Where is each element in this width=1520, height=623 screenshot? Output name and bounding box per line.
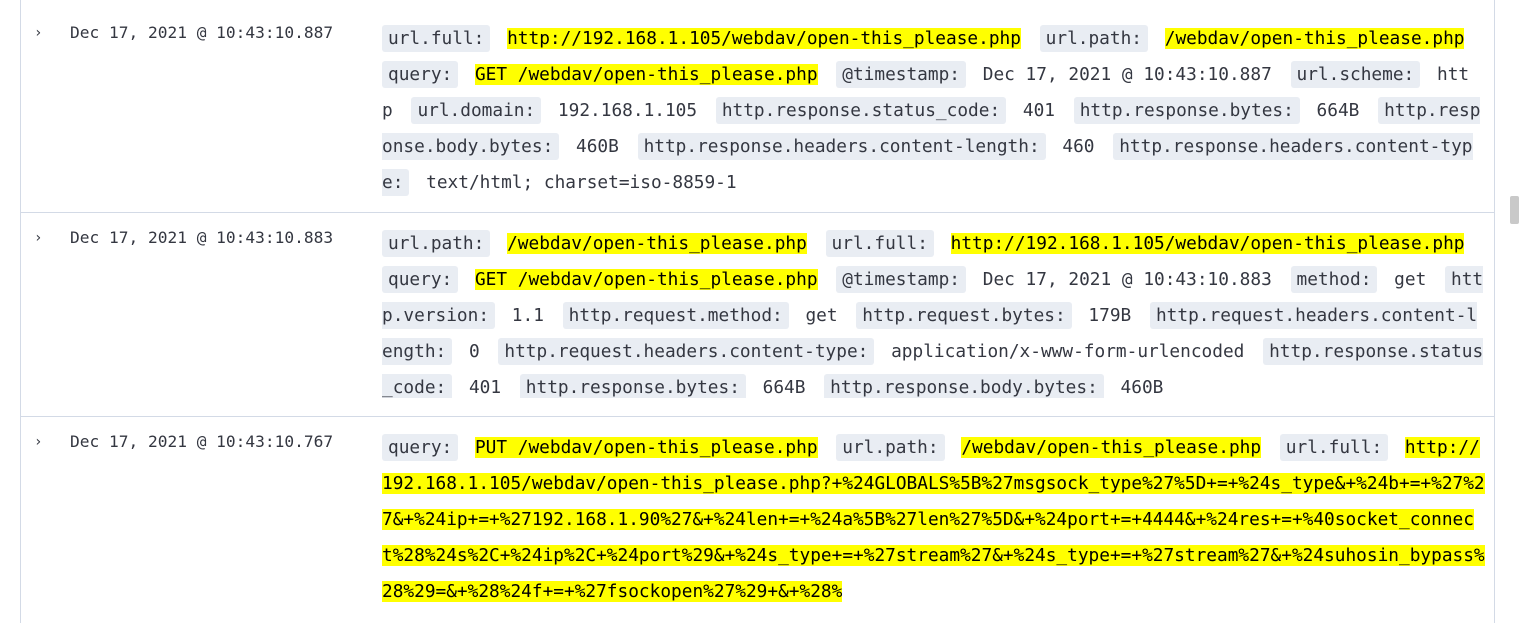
scrollbar-thumb[interactable] — [1510, 196, 1519, 224]
field-value: Dec 17, 2021 @ 10:43:10.883 — [982, 269, 1272, 290]
field-key: url.path: — [382, 230, 491, 257]
field-value: 460B — [576, 136, 619, 157]
field-value: http://192.168.1.105/webdav/open-this_pl… — [950, 233, 1465, 254]
field-key: http.request.method: — [562, 302, 789, 329]
field-key: url.path: — [836, 434, 945, 461]
document-row: › Dec 17, 2021 @ 10:43:10.767 query: PUT… — [21, 416, 1494, 623]
document-fields: url.full: http://192.168.1.105/webdav/op… — [382, 21, 1487, 201]
field-value: Dec 17, 2021 @ 10:43:10.887 — [982, 64, 1272, 85]
field-key: query: — [382, 434, 459, 461]
field-value: 192.168.1.105 — [557, 100, 698, 121]
field-value: application/x-www-form-urlencoded — [891, 341, 1245, 362]
expand-row-toggle[interactable]: › — [34, 23, 42, 43]
document-fields: url.path: /webdav/open-this_please.php u… — [382, 226, 1487, 398]
field-value: /webdav/open-this_please.php — [507, 233, 807, 254]
field-key: http.response.status_code: — [715, 97, 1007, 124]
field-value: http://192.168.1.105/webdav/open-this_pl… — [507, 28, 1021, 49]
field-value: 401 — [468, 377, 502, 398]
expand-row-toggle[interactable]: › — [34, 432, 42, 452]
field-key: url.scheme: — [1290, 61, 1421, 88]
field-key: http.response.bytes: — [1073, 97, 1300, 124]
field-value: text/html; charset=iso-8859-1 — [426, 172, 737, 193]
row-timestamp: Dec 17, 2021 @ 10:43:10.887 — [70, 23, 334, 42]
field-value: 664B — [762, 377, 806, 398]
field-value: 401 — [1022, 100, 1055, 121]
field-value: 664B — [1316, 100, 1360, 121]
field-key: http.request.headers.content-type: — [498, 338, 875, 365]
field-value: get — [805, 305, 838, 326]
field-key: url.full: — [382, 25, 491, 52]
document-fields: query: PUT /webdav/open-this_please.php … — [382, 430, 1487, 610]
field-value: 1.1 — [511, 305, 544, 326]
document-row: › Dec 17, 2021 @ 10:43:10.883 url.path: … — [21, 212, 1494, 417]
document-row: › Dec 17, 2021 @ 10:43:10.887 url.full: … — [21, 0, 1494, 213]
field-value: /webdav/open-this_please.php — [1164, 28, 1465, 49]
field-key: http.response.body.bytes: — [824, 374, 1104, 398]
field-value: /webdav/open-this_please.php — [961, 437, 1262, 458]
row-timestamp: Dec 17, 2021 @ 10:43:10.883 — [70, 228, 334, 247]
field-key: @timestamp: — [836, 61, 967, 88]
field-value: get — [1394, 269, 1427, 290]
scrollbar-track[interactable] — [1509, 0, 1520, 623]
field-key: query: — [382, 266, 459, 293]
row-timestamp: Dec 17, 2021 @ 10:43:10.767 — [70, 432, 334, 451]
field-value: 0 — [468, 341, 480, 362]
field-key: http.response.bytes: — [519, 374, 746, 398]
expand-row-toggle[interactable]: › — [34, 228, 42, 248]
discover-document-table: › Dec 17, 2021 @ 10:43:10.887 url.full: … — [20, 0, 1495, 623]
field-key: query: — [382, 61, 459, 88]
field-value: GET /webdav/open-this_please.php — [474, 269, 818, 290]
field-value: 460B — [1120, 377, 1164, 398]
field-key: http.response.headers.content-length: — [637, 133, 1046, 160]
field-key: url.path: — [1039, 25, 1149, 52]
field-value: 179B — [1088, 305, 1132, 326]
field-key: url.domain: — [411, 97, 542, 124]
field-key: url.full: — [825, 230, 934, 257]
field-key: @timestamp: — [836, 266, 967, 293]
field-key: url.full: — [1279, 434, 1389, 461]
field-value: GET /webdav/open-this_please.php — [474, 64, 818, 85]
field-key: http.request.bytes: — [856, 302, 1072, 329]
field-value: PUT /webdav/open-this_please.php — [474, 437, 818, 458]
field-value: 460 — [1062, 136, 1095, 157]
field-key: method: — [1290, 266, 1378, 293]
field-value: http://192.168.1.105/webdav/open-this_pl… — [382, 437, 1485, 602]
